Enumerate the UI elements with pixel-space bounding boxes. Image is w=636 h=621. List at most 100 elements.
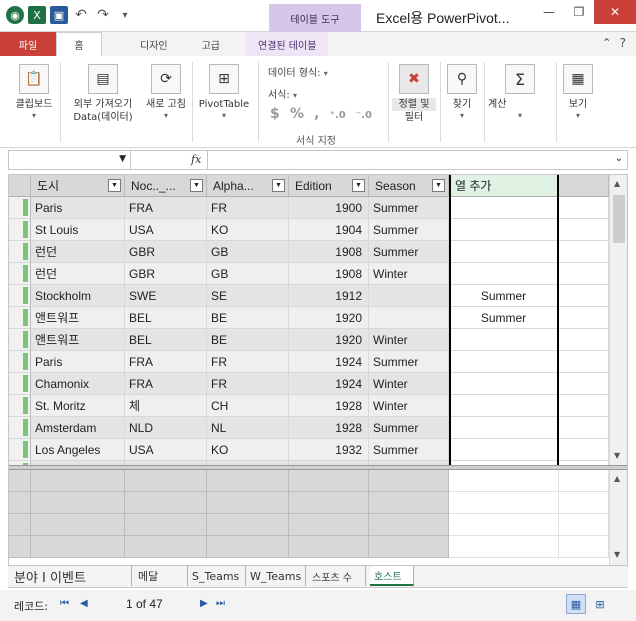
table-cell[interactable]: BEL: [125, 307, 207, 329]
table-cell[interactable]: [369, 307, 449, 329]
table-cell[interactable]: [559, 219, 609, 241]
filter-dropdown-icon[interactable]: ▼: [432, 179, 445, 192]
table-cell[interactable]: 런던: [31, 263, 125, 285]
table-cell[interactable]: 1928: [289, 395, 369, 417]
calc-cell[interactable]: [125, 492, 207, 514]
help-icon[interactable]: ?: [620, 36, 626, 50]
table-cell[interactable]: 1924: [289, 351, 369, 373]
data-type-dropdown[interactable]: 데이터 형식: ▾: [268, 64, 328, 79]
add-column-cell[interactable]: Summer: [449, 307, 559, 329]
save-icon[interactable]: ▣: [50, 6, 68, 24]
row-selector[interactable]: [9, 439, 31, 461]
row-selector[interactable]: [9, 263, 31, 285]
table-cell[interactable]: Winter: [369, 373, 449, 395]
calc-cell[interactable]: [289, 536, 369, 558]
filter-dropdown-icon[interactable]: ▼: [272, 179, 285, 192]
currency-icon[interactable]: $: [270, 106, 280, 122]
table-cell[interactable]: [559, 373, 609, 395]
table-cell[interactable]: NL: [207, 417, 289, 439]
row-selector[interactable]: [9, 395, 31, 417]
table-cell[interactable]: GB: [207, 263, 289, 285]
calc-cell[interactable]: [207, 536, 289, 558]
table-cell[interactable]: 1928: [289, 417, 369, 439]
table-cell[interactable]: NLD: [125, 417, 207, 439]
row-selector[interactable]: [9, 351, 31, 373]
table-cell[interactable]: KO: [207, 439, 289, 461]
add-column-cell[interactable]: [449, 439, 559, 461]
pivottable-button[interactable]: ⊞ PivotTable ▾: [196, 64, 252, 120]
minimize-button[interactable]: —: [534, 0, 564, 24]
powerpivot-icon[interactable]: ◉: [6, 6, 24, 24]
fx-icon[interactable]: fx: [191, 153, 201, 166]
table-cell[interactable]: GBR: [125, 241, 207, 263]
calc-cell[interactable]: [369, 492, 449, 514]
sheet-tab-hosts[interactable]: 호스트: [370, 566, 414, 586]
table-cell[interactable]: 체: [125, 395, 207, 417]
add-column-cell[interactable]: Summer: [449, 285, 559, 307]
table-cell[interactable]: FRA: [125, 351, 207, 373]
add-column-header[interactable]: 열 추가: [449, 175, 559, 197]
scroll-up-icon[interactable]: ▲: [614, 474, 620, 483]
calc-cell[interactable]: [559, 514, 609, 536]
table-cell[interactable]: [559, 263, 609, 285]
table-cell[interactable]: St Louis: [31, 219, 125, 241]
table-cell[interactable]: Summer: [369, 439, 449, 461]
calc-cell[interactable]: [559, 492, 609, 514]
table-cell[interactable]: [559, 351, 609, 373]
tab-advanced[interactable]: 고급: [190, 32, 232, 56]
percent-icon[interactable]: %: [290, 106, 304, 122]
table-cell[interactable]: [559, 417, 609, 439]
column-header-season[interactable]: Season ▼: [369, 175, 449, 197]
table-cell[interactable]: Winter: [369, 395, 449, 417]
calc-cell[interactable]: [31, 514, 125, 536]
tab-design[interactable]: 디자인: [128, 32, 180, 56]
row-selector[interactable]: [9, 329, 31, 351]
table-cell[interactable]: [559, 285, 609, 307]
add-column-cell[interactable]: [449, 241, 559, 263]
refresh-button[interactable]: ⟳ 새로 고침 ▾: [142, 64, 190, 120]
calc-cell[interactable]: [449, 470, 559, 492]
table-cell[interactable]: BE: [207, 329, 289, 351]
row-selector[interactable]: [9, 417, 31, 439]
row-selector[interactable]: [9, 219, 31, 241]
calc-cell[interactable]: [207, 492, 289, 514]
filter-dropdown-icon[interactable]: ▼: [108, 179, 121, 192]
sheet-tab-w-teams[interactable]: W_Teams: [246, 566, 306, 586]
redo-icon[interactable]: ↷: [94, 6, 112, 24]
table-cell[interactable]: 1920: [289, 307, 369, 329]
table-cell[interactable]: Paris: [31, 197, 125, 219]
table-cell[interactable]: [369, 285, 449, 307]
calc-cell[interactable]: [369, 536, 449, 558]
table-cell[interactable]: GB: [207, 241, 289, 263]
table-cell[interactable]: KO: [207, 219, 289, 241]
table-cell[interactable]: Chamonix: [31, 373, 125, 395]
table-cell[interactable]: FR: [207, 351, 289, 373]
table-cell[interactable]: GBR: [125, 263, 207, 285]
tab-linked-table[interactable]: 연결된 테이블: [246, 32, 329, 56]
column-header-edition[interactable]: Edition ▼: [289, 175, 369, 197]
table-cell[interactable]: FRA: [125, 373, 207, 395]
calc-cell[interactable]: [369, 514, 449, 536]
table-cell[interactable]: SE: [207, 285, 289, 307]
table-cell[interactable]: Los Angeles: [31, 439, 125, 461]
next-record-icon[interactable]: ▶: [200, 598, 208, 609]
scroll-up-icon[interactable]: ▲: [614, 179, 620, 188]
tab-home[interactable]: 홈: [56, 32, 102, 56]
table-cell[interactable]: 1900: [289, 197, 369, 219]
sort-dropdown-icon[interactable]: ▼: [352, 179, 365, 192]
name-box[interactable]: ▼: [9, 151, 131, 169]
sort-filter-button[interactable]: ✖ 정렬 및 필터: [392, 64, 436, 124]
table-cell[interactable]: FRA: [125, 197, 207, 219]
table-cell[interactable]: Amsterdam: [31, 417, 125, 439]
table-cell[interactable]: Summer: [369, 219, 449, 241]
table-cell[interactable]: BE: [207, 307, 289, 329]
table-cell[interactable]: BEL: [125, 329, 207, 351]
table-cell[interactable]: [559, 395, 609, 417]
calc-cell[interactable]: [31, 492, 125, 514]
table-cell[interactable]: Summer: [369, 351, 449, 373]
customize-qat-icon[interactable]: ▾: [116, 6, 134, 24]
row-selector[interactable]: [9, 197, 31, 219]
calc-cell[interactable]: [31, 536, 125, 558]
select-all-corner[interactable]: [9, 175, 31, 197]
sheet-tab-s-teams[interactable]: S_Teams: [188, 566, 246, 586]
